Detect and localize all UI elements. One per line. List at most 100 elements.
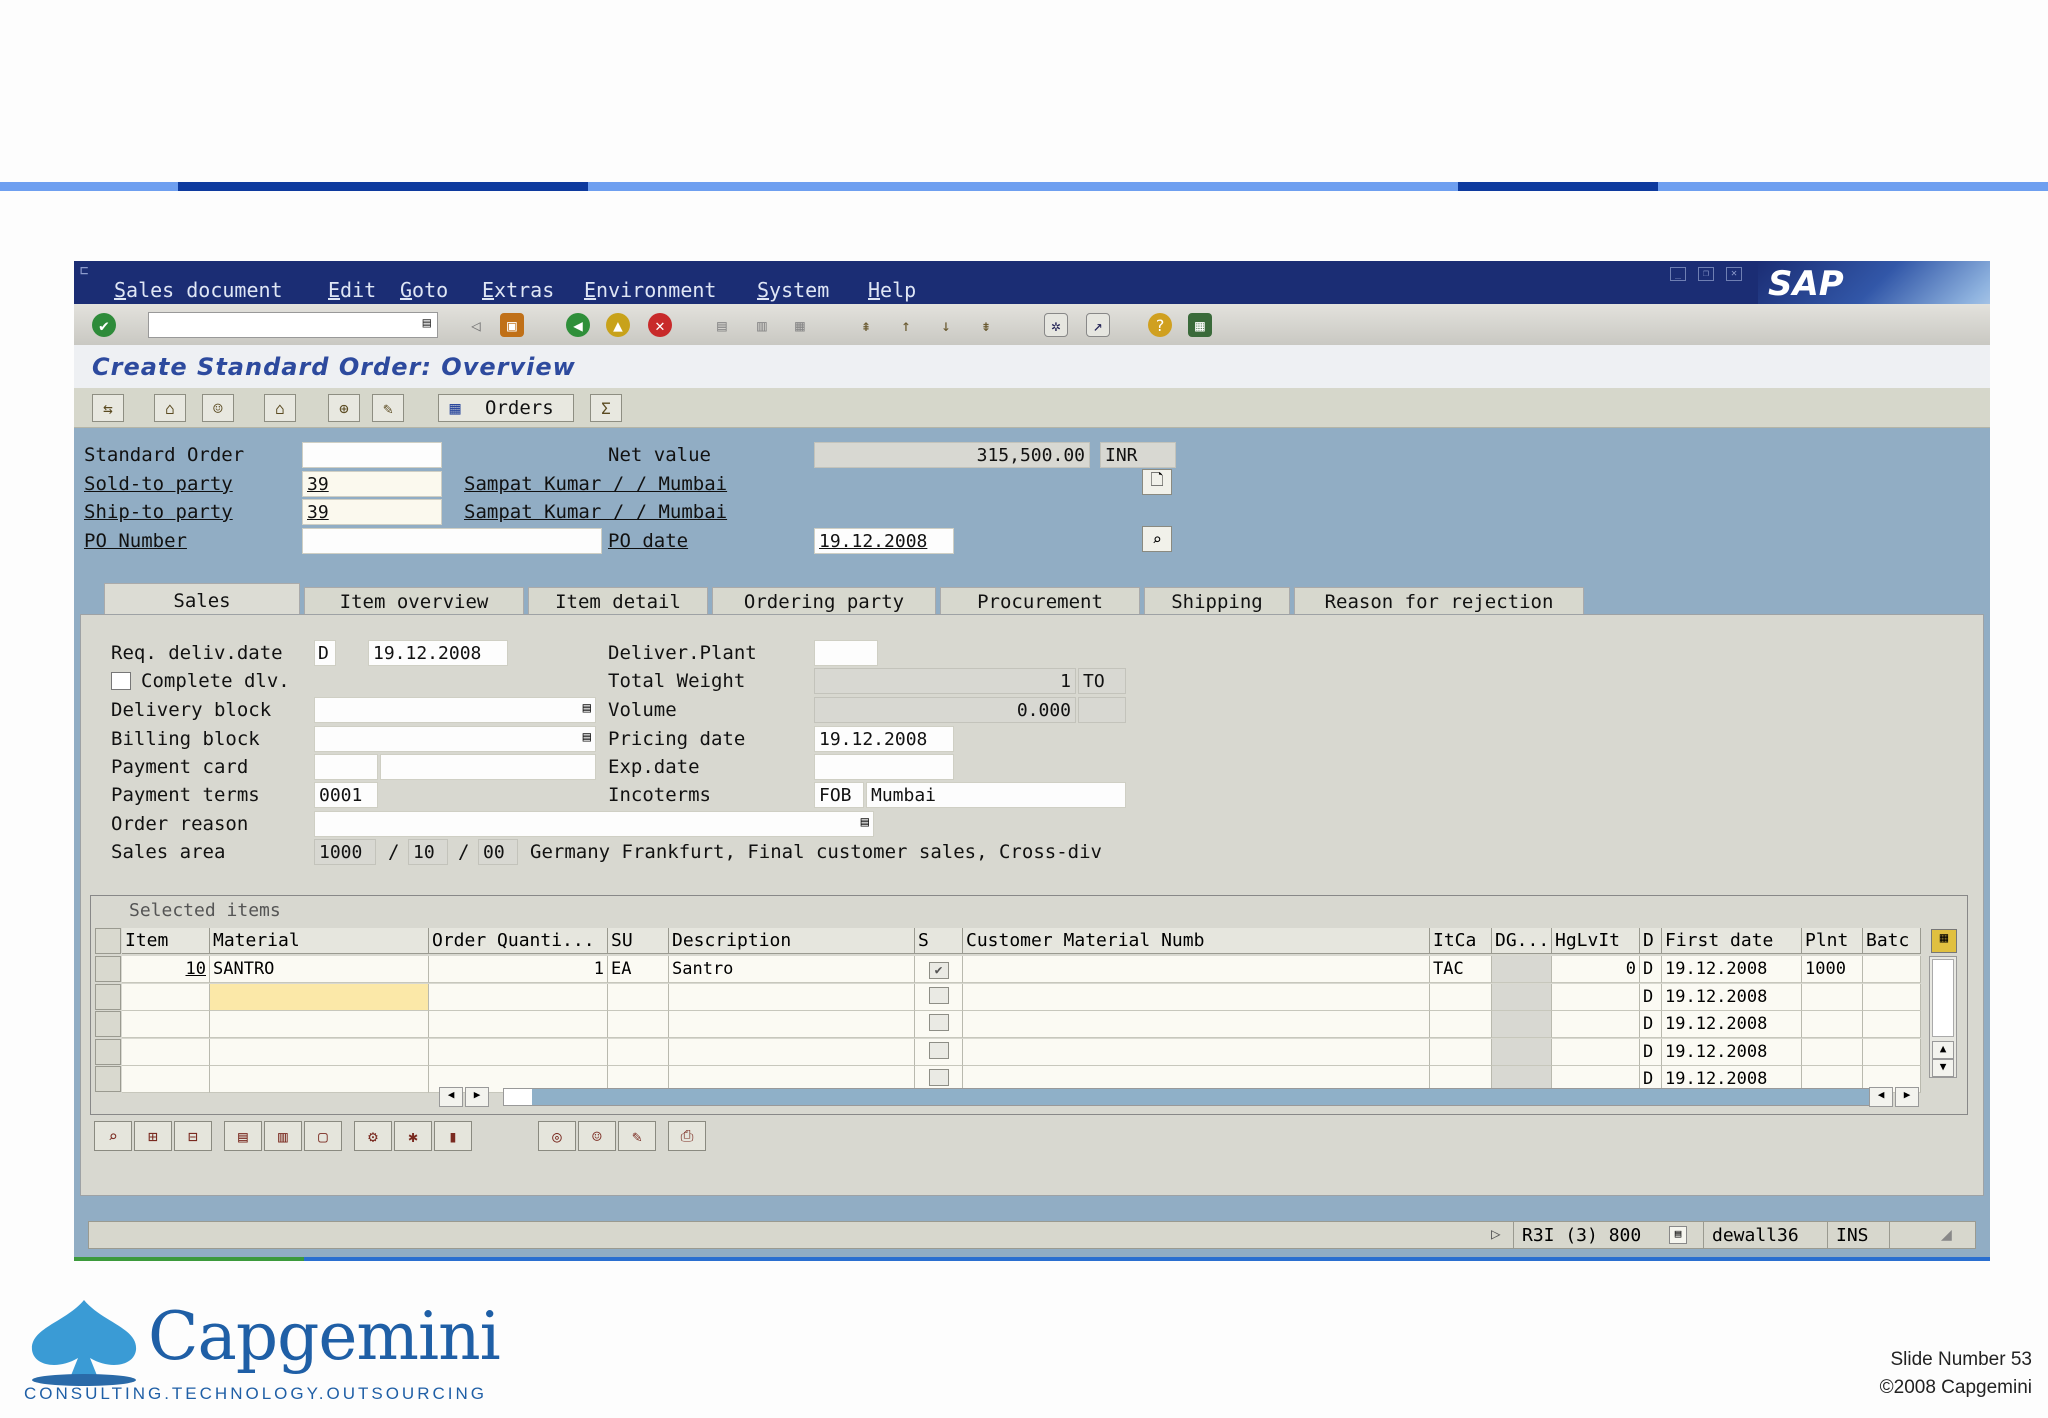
po-date-label[interactable]: PO date bbox=[608, 530, 688, 552]
availability-icon[interactable]: ▮ bbox=[434, 1121, 472, 1151]
cell-d[interactable]: D bbox=[1640, 983, 1662, 1011]
layout-menu-icon[interactable]: ▦ bbox=[1188, 313, 1212, 337]
menu-environment[interactable]: Environment bbox=[584, 278, 716, 302]
cancel-icon[interactable]: ✕ bbox=[648, 313, 672, 337]
cell-batch[interactable] bbox=[1863, 1011, 1921, 1038]
scroll-thumb[interactable] bbox=[504, 1089, 532, 1105]
cell-description[interactable] bbox=[669, 983, 915, 1011]
col-batch[interactable]: Batc bbox=[1863, 928, 1921, 954]
scroll-up-icon[interactable]: ▲ bbox=[1932, 1041, 1954, 1059]
tab-shipping[interactable]: Shipping bbox=[1144, 587, 1290, 615]
cell-hglvit[interactable] bbox=[1552, 983, 1640, 1011]
cell-material[interactable] bbox=[210, 1011, 429, 1038]
cell-su[interactable] bbox=[608, 1011, 669, 1038]
close-icon[interactable]: ✕ bbox=[1726, 267, 1742, 281]
display-icon[interactable]: ⌕ bbox=[1142, 526, 1172, 552]
scroll-down-icon[interactable]: ▼ bbox=[1932, 1059, 1954, 1077]
cell-plnt[interactable] bbox=[1802, 1038, 1863, 1066]
cell-first-date[interactable]: 19.12.2008 bbox=[1662, 1038, 1802, 1066]
help-icon[interactable]: ? bbox=[1148, 313, 1172, 337]
standard-order-field[interactable] bbox=[302, 442, 442, 468]
incoterms-code-field[interactable]: FOB bbox=[814, 782, 864, 808]
select-block-icon[interactable]: ▥ bbox=[264, 1121, 302, 1151]
col-customer-material[interactable]: Customer Material Numb bbox=[963, 928, 1430, 954]
status-dropdown-icon[interactable]: ▤ bbox=[1669, 1226, 1687, 1244]
item-status-icon[interactable]: ⌂ bbox=[264, 394, 296, 422]
back-icon[interactable]: ◀ bbox=[566, 313, 590, 337]
next-page-icon[interactable]: ↓ bbox=[934, 313, 958, 337]
cell-material[interactable] bbox=[210, 1038, 429, 1066]
dropdown-icon[interactable]: ▤ bbox=[583, 700, 591, 716]
deselect-all-icon[interactable]: ▢ bbox=[304, 1121, 342, 1151]
row-selector[interactable] bbox=[95, 983, 121, 1010]
col-s[interactable]: S bbox=[915, 928, 963, 954]
dropdown-icon[interactable]: ▤ bbox=[423, 315, 431, 331]
orders-button[interactable]: ▦ Orders bbox=[438, 394, 574, 422]
save-icon[interactable]: ▣ bbox=[500, 313, 524, 337]
cell-hglvit[interactable]: 0 bbox=[1552, 956, 1640, 983]
col-hglvit[interactable]: HgLvIt bbox=[1552, 928, 1640, 954]
cell-material[interactable] bbox=[210, 1066, 429, 1093]
cell-order-quantity[interactable] bbox=[429, 1011, 608, 1038]
row-selector[interactable] bbox=[95, 1066, 121, 1092]
cell-first-date[interactable]: 19.12.2008 bbox=[1662, 956, 1802, 983]
cell-order-quantity[interactable] bbox=[429, 1038, 608, 1066]
item-details-icon[interactable]: ⌕ bbox=[94, 1121, 132, 1151]
col-d[interactable]: D bbox=[1640, 928, 1662, 954]
sold-to-party-name[interactable]: Sampat Kumar / / Mumbai bbox=[464, 473, 727, 495]
po-number-label[interactable]: PO Number bbox=[84, 530, 187, 552]
exp-date-field[interactable] bbox=[814, 754, 954, 780]
insert-row-icon[interactable]: ⊞ bbox=[134, 1121, 172, 1151]
cell-order-quantity[interactable] bbox=[429, 983, 608, 1011]
menu-edit[interactable]: Edit bbox=[328, 278, 376, 302]
row-selector[interactable] bbox=[95, 1038, 121, 1065]
command-field[interactable]: ▤ bbox=[148, 312, 438, 338]
cell-su[interactable] bbox=[608, 983, 669, 1011]
scroll-right-icon[interactable]: ▶ bbox=[465, 1087, 489, 1107]
restore-icon[interactable]: ❐ bbox=[1698, 267, 1714, 281]
print-icon[interactable]: ▤ bbox=[710, 313, 734, 337]
req-deliv-type-field[interactable]: D bbox=[314, 640, 336, 666]
header-details-icon[interactable]: ⌂ bbox=[154, 394, 186, 422]
cell-itca[interactable] bbox=[1430, 983, 1492, 1011]
cell-item[interactable] bbox=[122, 1066, 210, 1093]
deliver-plant-field[interactable] bbox=[814, 640, 878, 666]
cell-order-quantity[interactable]: 1 bbox=[429, 956, 608, 983]
delete-search-icon[interactable]: ✎ bbox=[372, 394, 404, 422]
scroll-right-icon[interactable]: ▶ bbox=[1895, 1087, 1919, 1107]
status-checkbox[interactable] bbox=[928, 1069, 949, 1086]
cell-hglvit[interactable] bbox=[1552, 1038, 1640, 1066]
select-all-rows[interactable] bbox=[95, 928, 121, 954]
enter-check-icon[interactable]: ✔ bbox=[92, 313, 116, 337]
row-selector[interactable] bbox=[95, 1011, 121, 1037]
dropdown-icon[interactable]: ▤ bbox=[861, 814, 869, 830]
cell-material[interactable]: SANTRO bbox=[210, 956, 429, 983]
back-arrow-icon[interactable]: ◁ bbox=[464, 313, 488, 337]
cell-s[interactable] bbox=[915, 1038, 963, 1066]
cell-s[interactable] bbox=[915, 983, 963, 1011]
cell-s[interactable]: ✔ bbox=[915, 956, 963, 983]
display-doc-header-icon[interactable]: ⇆ bbox=[92, 394, 124, 422]
cell-plnt[interactable] bbox=[1802, 1011, 1863, 1038]
cell-su[interactable] bbox=[608, 1038, 669, 1066]
cell-hglvit[interactable] bbox=[1552, 1011, 1640, 1038]
menu-help[interactable]: Help bbox=[868, 278, 916, 302]
cell-d[interactable]: D bbox=[1640, 1011, 1662, 1038]
shortcut-icon[interactable]: ↗ bbox=[1086, 313, 1110, 337]
col-order-quantity[interactable]: Order Quanti... bbox=[429, 928, 608, 954]
col-material[interactable]: Material bbox=[210, 928, 429, 954]
edit-icon[interactable]: ✎ bbox=[618, 1121, 656, 1151]
tab-item-overview[interactable]: Item overview bbox=[304, 587, 524, 615]
create-session-icon[interactable]: ✲ bbox=[1044, 313, 1068, 337]
tab-item-detail[interactable]: Item detail bbox=[528, 587, 708, 615]
cell-item[interactable] bbox=[122, 983, 210, 1011]
delivery-block-field[interactable]: ▤ bbox=[314, 697, 596, 723]
pricing-date-field[interactable]: 19.12.2008 bbox=[814, 726, 954, 752]
previous-page-icon[interactable]: ↑ bbox=[894, 313, 918, 337]
tab-procurement[interactable]: Procurement bbox=[940, 587, 1140, 615]
status-expand-icon[interactable]: ▷ bbox=[1491, 1224, 1501, 1243]
billing-block-field[interactable]: ▤ bbox=[314, 726, 596, 752]
order-reason-field[interactable]: ▤ bbox=[314, 811, 874, 837]
partner-icon[interactable]: ☺ bbox=[202, 394, 234, 422]
cell-itca[interactable]: TAC bbox=[1430, 956, 1492, 983]
